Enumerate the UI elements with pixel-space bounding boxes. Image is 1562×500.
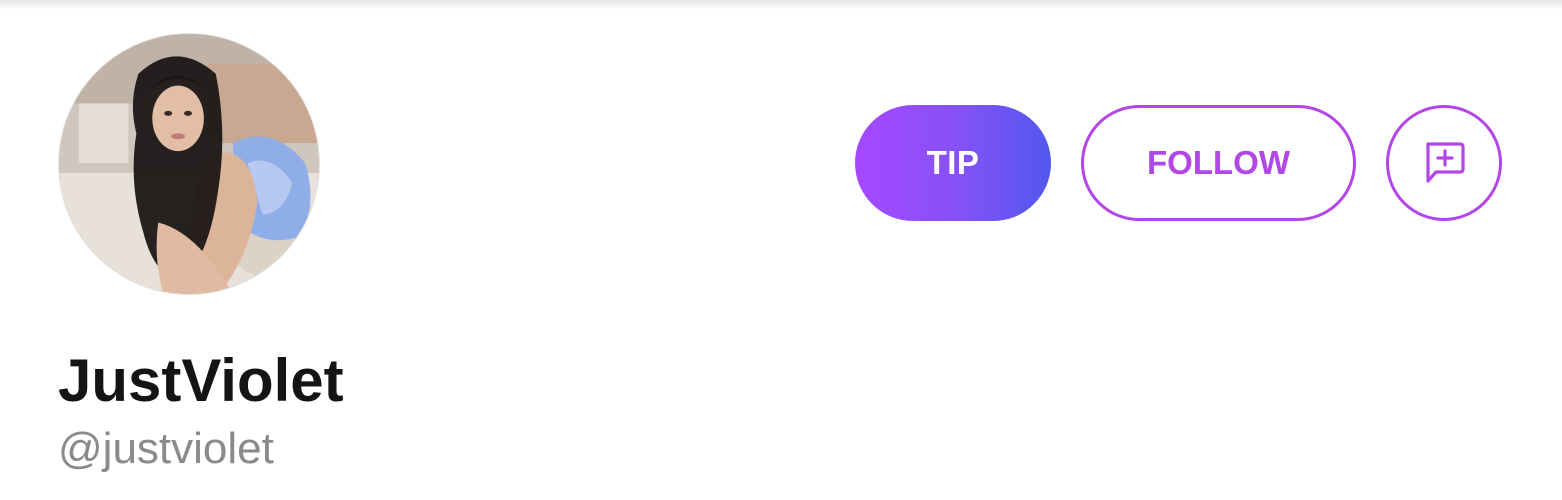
avatar[interactable] xyxy=(58,33,320,295)
display-name: JustViolet xyxy=(58,347,344,414)
profile-actions: TIP FOLLOW xyxy=(855,105,1502,221)
message-button[interactable] xyxy=(1386,105,1502,221)
tip-button[interactable]: TIP xyxy=(855,105,1051,221)
username: @justviolet xyxy=(58,424,274,473)
avatar-photo xyxy=(59,34,319,294)
follow-button[interactable]: FOLLOW xyxy=(1081,105,1356,221)
top-shadow-divider xyxy=(0,0,1562,10)
chat-add-icon xyxy=(1426,142,1465,183)
profile-header: TIP FOLLOW JustViolet @justviolet xyxy=(0,0,1562,500)
